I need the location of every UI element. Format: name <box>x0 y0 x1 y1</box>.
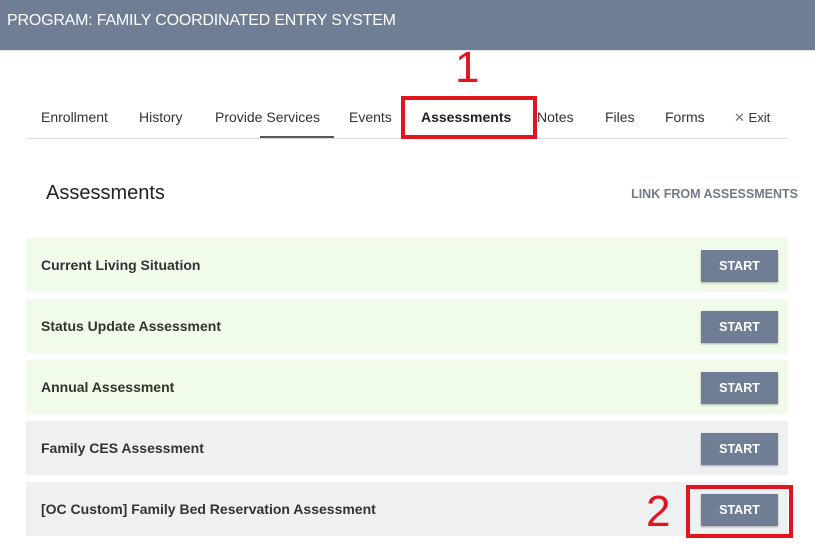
assessment-row: [OC Custom] Family Bed Reservation Asses… <box>26 482 788 536</box>
assessment-row: Status Update Assessment START <box>26 299 788 353</box>
program-title: PROGRAM: FAMILY COORDINATED ENTRY SYSTEM <box>7 12 396 29</box>
annotation-number-1: 1 <box>455 43 480 92</box>
start-button[interactable]: START <box>701 311 778 343</box>
tab-provide-services[interactable]: Provide Services <box>215 109 320 125</box>
close-icon: ✕ <box>734 110 745 125</box>
start-button[interactable]: START <box>701 250 778 282</box>
assessment-name: Annual Assessment <box>41 379 175 395</box>
assessment-row: Annual Assessment START <box>26 360 788 414</box>
tab-files[interactable]: Files <box>605 109 635 125</box>
tab-notes[interactable]: Notes <box>537 109 574 125</box>
assessment-name: Current Living Situation <box>41 257 201 273</box>
exit-label: Exit <box>748 110 771 125</box>
tab-forms[interactable]: Forms <box>665 109 705 125</box>
assessment-name: Status Update Assessment <box>41 318 221 334</box>
active-tab-underline <box>260 136 334 138</box>
tab-history[interactable]: History <box>139 109 183 125</box>
annotation-number-2: 2 <box>646 487 671 536</box>
assessment-name: [OC Custom] Family Bed Reservation Asses… <box>41 501 376 517</box>
link-from-assessments[interactable]: LINK FROM ASSESSMENTS <box>631 187 798 201</box>
start-button[interactable]: START <box>701 372 778 404</box>
tab-enrollment[interactable]: Enrollment <box>41 109 108 125</box>
program-header: PROGRAM: FAMILY COORDINATED ENTRY SYSTEM <box>0 0 815 51</box>
annotation-box-2 <box>686 485 793 538</box>
section-title: Assessments <box>46 182 165 204</box>
tab-exit[interactable]: ✕ Exit <box>734 110 770 126</box>
annotation-box-1 <box>401 96 537 139</box>
assessment-name: Family CES Assessment <box>41 440 204 456</box>
assessment-row: Family CES Assessment START <box>26 421 788 475</box>
tab-events[interactable]: Events <box>349 109 392 125</box>
assessment-row: Current Living Situation START <box>26 238 788 292</box>
start-button[interactable]: START <box>701 433 778 465</box>
